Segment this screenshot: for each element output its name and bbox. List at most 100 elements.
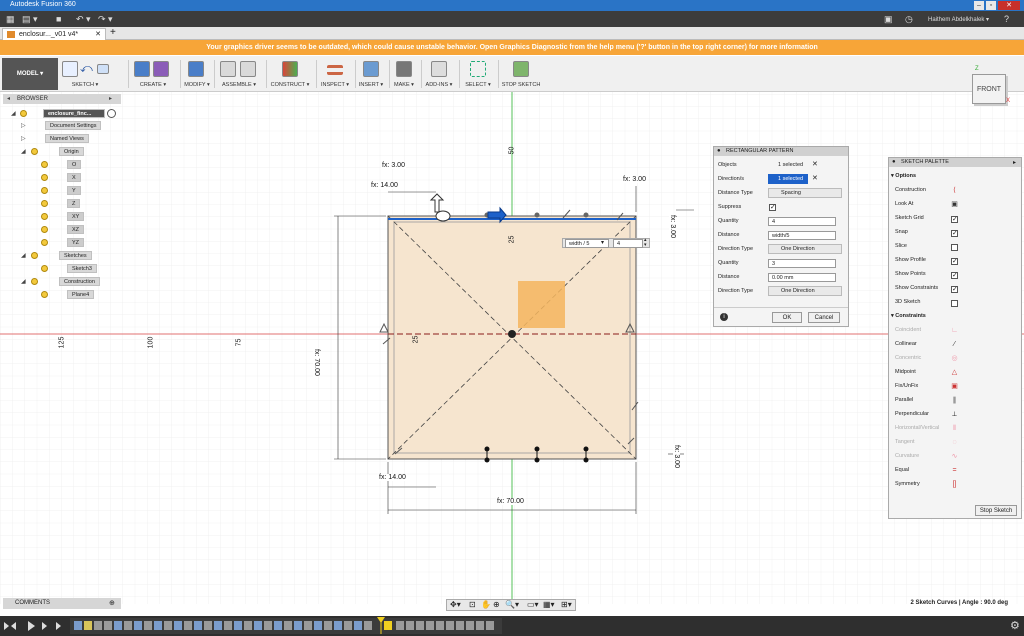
workspace-switcher[interactable]: MODEL ▾ [2,58,58,90]
document-tab[interactable]: enclosur..._v01 v4* ✕ [2,28,106,40]
save-icon[interactable]: ■ [56,14,61,24]
timeline-settings-icon[interactable]: ⚙ [1010,619,1020,632]
browser-item-yz-plane[interactable]: YZ [67,238,85,247]
constraint-concentric[interactable]: Concentric [895,352,921,365]
constraint-parallel[interactable]: Parallel [895,394,913,407]
visibility-bulb-icon[interactable] [20,110,27,117]
browser-item-origin-point[interactable]: O [67,160,82,169]
pan-icon[interactable]: ✋ [481,600,491,609]
browser-item-named-views[interactable]: Named Views [45,134,89,143]
3d-sketch-checkbox[interactable] [951,300,958,307]
browser-item-xz-plane[interactable]: XZ [67,225,85,234]
sketch-grid-checkbox[interactable] [951,215,958,223]
visibility-bulb-icon[interactable] [41,174,48,181]
expand-icon[interactable]: ◢ [21,252,26,259]
ok-button[interactable]: OK [772,312,802,323]
expand-icon[interactable]: ▷ [21,135,26,142]
visibility-bulb-icon[interactable] [31,252,38,259]
palette-collapse-icon[interactable]: ● [892,159,896,165]
create-group[interactable]: CREATE ▾ [132,58,174,90]
dimension-label[interactable]: fx: 3.00 [381,162,406,169]
close-window-button[interactable]: ✕ [998,1,1020,10]
show-constraints-checkbox[interactable] [951,285,958,293]
expand-icon[interactable]: ◢ [11,110,16,117]
fit-icon[interactable]: 🔍▾ [505,600,519,609]
browser-item-sketch3[interactable]: Sketch3 [67,264,97,273]
visibility-bulb-icon[interactable] [41,239,48,246]
dimension-label[interactable]: fx: 3.00 [669,214,676,239]
insert-group[interactable]: INSERT ▾ [358,58,384,90]
quantity-input[interactable]: 4 [613,239,643,248]
expand-icon[interactable]: ▷ [21,122,26,129]
design-canvas[interactable]: 50 25 125 100 75 25 fx: 3.00 fx: 14.00 f… [0,92,1024,604]
construction-icon[interactable]: ⟨ [950,186,959,195]
look-at-icon[interactable]: ▣ [950,200,959,209]
dimension-label[interactable]: fx: 3.00 [673,444,680,469]
activate-radio-icon[interactable] [107,109,116,118]
maximize-button[interactable]: ▫ [986,1,996,10]
rotate-handle[interactable] [435,210,451,222]
distance-type-select[interactable]: Spacing [768,188,842,198]
grid-menu-icon[interactable]: ▦ [6,14,15,24]
constraint-coincident[interactable]: Coincident [895,324,921,337]
viewports-icon[interactable]: ⊞▾ [561,600,572,609]
clock-icon[interactable]: ◷ [905,14,913,24]
user-name[interactable]: Haithem Abdelkhalek [928,15,984,25]
constraint-curvature[interactable]: Curvature [895,450,919,463]
cancel-button[interactable]: Cancel [808,312,840,323]
comments-add-icon[interactable]: ⊕ [109,598,115,609]
stop-sketch-palette-button[interactable]: Stop Sketch [975,505,1017,516]
browser-item-x-axis[interactable]: X [67,173,81,182]
snap-checkbox[interactable] [951,229,958,237]
visibility-bulb-icon[interactable] [41,161,48,168]
add-ins-group[interactable]: ADD-INS ▾ [424,58,454,90]
user-dropdown-icon[interactable]: ▾ [986,15,989,25]
palette-expand-icon[interactable]: ▸ [1013,159,1016,166]
browser-item-sketches[interactable]: Sketches [59,251,92,260]
selected-profile[interactable] [518,281,565,328]
look-at-icon[interactable]: ⊡ [469,600,476,609]
dimension-label[interactable]: fx: 3.00 [622,176,647,183]
clear-selection-icon[interactable]: ✕ [812,174,818,182]
new-tab-button[interactable]: + [110,27,116,39]
show-points-checkbox[interactable] [951,271,958,279]
stop-sketch-button[interactable]: STOP SKETCH [500,58,542,90]
constraint-symmetry[interactable]: Symmetry [895,478,920,491]
dialog-collapse-icon[interactable]: ● [717,148,721,154]
comments-panel[interactable]: COMMENTS ⊕ [3,598,121,609]
direction-type-2-select[interactable]: One Direction [768,286,842,296]
browser-item-construction[interactable]: Construction [59,277,100,286]
direction-selection[interactable]: 1 selected [768,174,808,184]
assemble-group[interactable]: ASSEMBLE ▾ [218,58,260,90]
browser-item-z-axis[interactable]: Z [67,199,81,208]
browser-item-y-axis[interactable]: Y [67,186,81,195]
palette-option-construction[interactable]: Construction [895,184,926,197]
browser-item-document-settings[interactable]: Document Settings [45,121,102,130]
undo-icon[interactable]: ↶ ▾ [76,14,91,24]
zoom-icon[interactable]: ⊕ [493,600,500,609]
visibility-bulb-icon[interactable] [41,265,48,272]
visibility-bulb-icon[interactable] [41,291,48,298]
make-group[interactable]: MAKE ▾ [392,58,416,90]
constraint-midpoint[interactable]: Midpoint [895,366,916,379]
modify-group[interactable]: MODIFY ▾ [182,58,212,90]
distance-2-input[interactable]: 0.00 mm [768,273,836,282]
notifications-icon[interactable]: ▣ [884,14,893,24]
timeline-track[interactable] [0,616,1024,636]
visibility-bulb-icon[interactable] [41,200,48,207]
constraint-collinear[interactable]: Collinear [895,338,917,351]
browser-item-xy-plane[interactable]: XY [67,212,85,221]
constraints-section[interactable]: ▾ Constraints [891,310,926,323]
constraint-tangent[interactable]: Tangent [895,436,915,449]
constraint-perpendicular[interactable]: Perpendicular [895,408,929,421]
visibility-bulb-icon[interactable] [41,213,48,220]
quantity-stepper[interactable]: ▴ ▾ [644,238,647,248]
expand-icon[interactable]: ◢ [21,278,26,285]
objects-selection[interactable]: 1 selected [768,160,808,170]
expand-icon[interactable]: ◢ [21,148,26,155]
dimension-label[interactable]: fx: 70.00 [496,498,525,505]
dropdown-arrow-icon[interactable]: ▾ [601,239,604,246]
construct-group[interactable]: CONSTRUCT ▾ [268,58,312,90]
sketch-group[interactable]: ⤺ SKETCH ▾ [62,58,109,90]
distance-1-input[interactable]: width/5 [768,231,836,240]
